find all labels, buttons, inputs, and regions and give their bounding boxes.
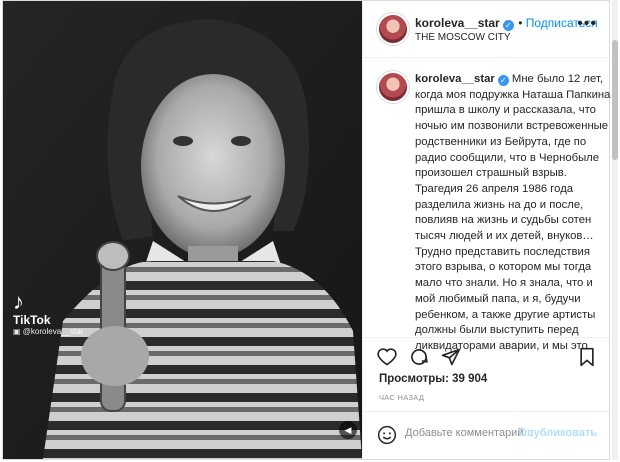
emoji-icon[interactable] — [377, 425, 397, 445]
scrollbar-thumb[interactable] — [612, 40, 618, 160]
caption-username[interactable]: koroleva__star — [415, 73, 495, 85]
bookmark-icon[interactable] — [577, 347, 597, 367]
more-options-icon[interactable]: ••• — [577, 15, 597, 33]
header-username[interactable]: koroleva__star — [415, 16, 500, 30]
volume-icon[interactable]: ◀ — [339, 421, 357, 439]
separator-dot: • — [518, 16, 526, 30]
caption-verified-icon: ✓ — [497, 75, 509, 86]
avatar[interactable] — [377, 13, 409, 45]
post-timestamp[interactable]: ЧАС НАЗАД — [379, 393, 424, 402]
header-location[interactable]: THE MOSCOW CITY — [415, 32, 511, 43]
tiktok-logo-icon: ♪ — [13, 289, 24, 314]
post-side-panel: koroleva__star ✓ • Подписаться THE MOSCOW… — [362, 1, 611, 460]
post-photo — [3, 1, 362, 459]
post-header: koroleva__star ✓ • Подписаться THE MOSCOW… — [363, 1, 609, 58]
like-icon[interactable] — [377, 347, 397, 367]
tiktok-username: @koroleva__star — [22, 327, 84, 336]
tiktok-watermark: ♪ TikTok ▣ @koroleva__star — [13, 289, 84, 337]
tiktok-label: TikTok — [13, 313, 51, 327]
comment-bar: Добавьте комментарий... Опубликовать — [363, 411, 609, 460]
views-count[interactable]: Просмотры: 39 904 — [379, 373, 487, 385]
share-icon[interactable] — [441, 347, 461, 367]
comment-icon[interactable] — [409, 347, 429, 367]
caption-text: Мне было 12 лет, когда моя подружка Ната… — [415, 73, 611, 352]
post-video[interactable]: ♪ TikTok ▣ @koroleva__star ◀ — [3, 1, 362, 459]
publish-button[interactable]: Опубликовать — [518, 427, 597, 439]
post-caption: koroleva__star ✓ Мне было 12 лет, когда м… — [415, 72, 611, 355]
caption-avatar[interactable] — [377, 71, 409, 103]
comment-input[interactable]: Добавьте комментарий... — [405, 427, 533, 439]
post-card: ♪ TikTok ▣ @koroleva__star ◀ koroleva__s… — [2, 0, 610, 460]
verified-icon: ✓ — [502, 20, 514, 31]
action-bar — [363, 337, 609, 378]
header-title: koroleva__star ✓ • Подписаться — [415, 14, 598, 32]
tiktok-user: ▣ @koroleva__star — [13, 327, 84, 336]
